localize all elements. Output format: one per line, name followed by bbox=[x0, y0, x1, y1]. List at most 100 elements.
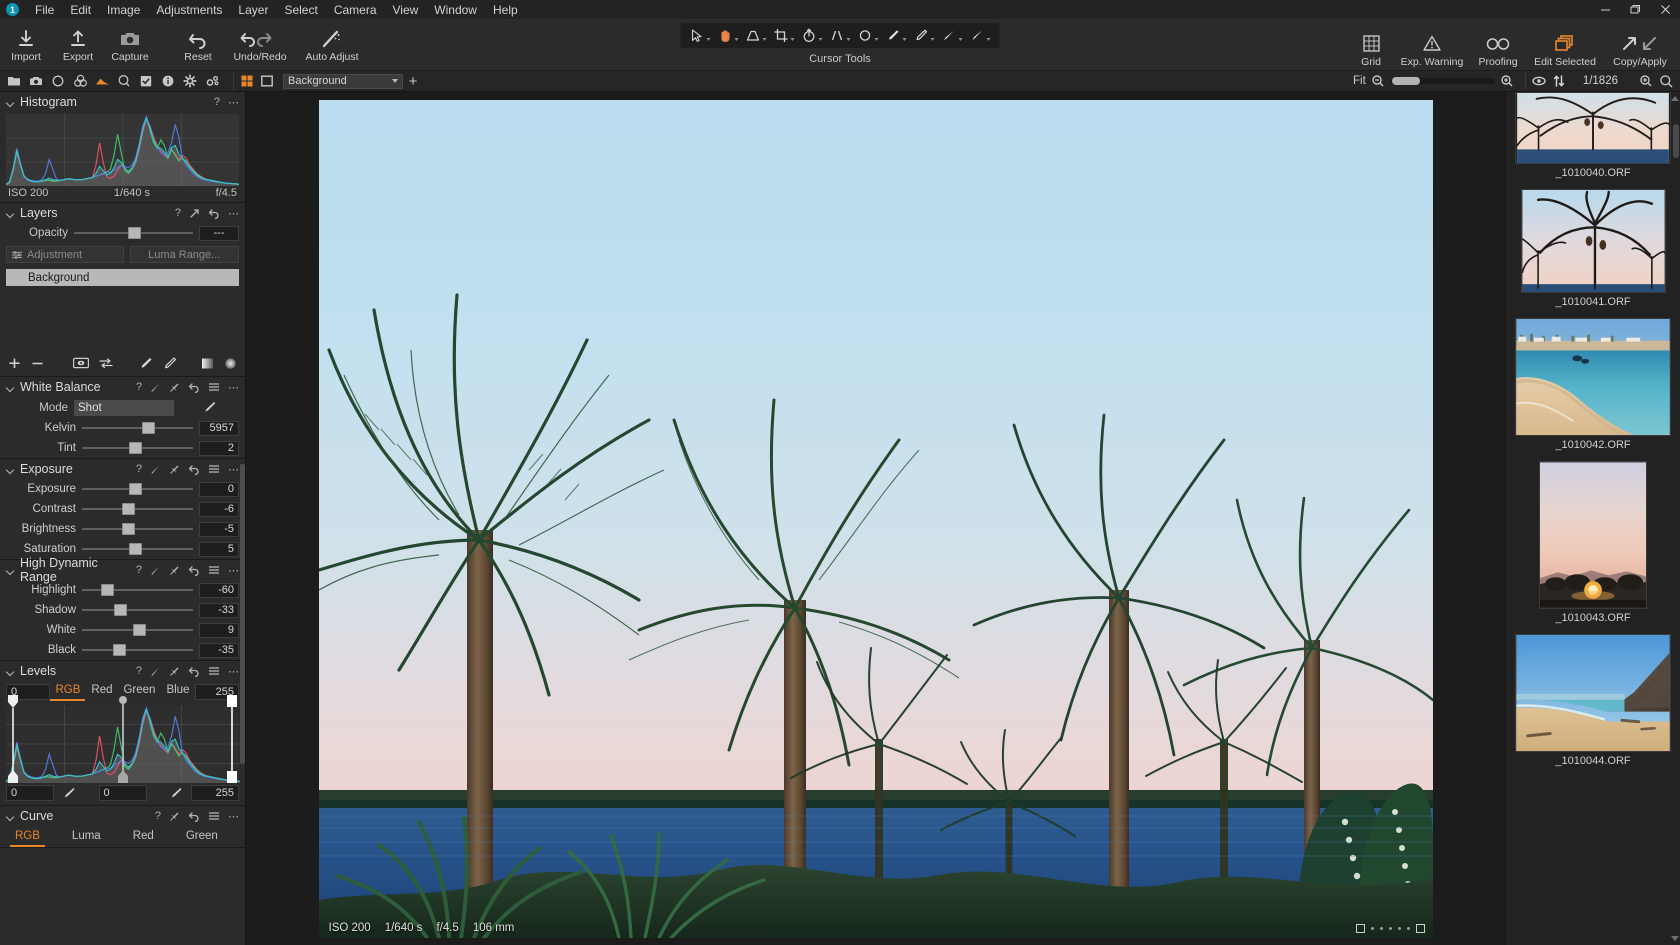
zoom-out-icon[interactable] bbox=[1371, 74, 1385, 88]
exposure-saturation-value[interactable]: 5 bbox=[199, 542, 239, 557]
capture-button[interactable]: Capture bbox=[104, 26, 156, 63]
filmstrip-scrollbar[interactable] bbox=[1673, 96, 1679, 941]
levels-black-handle[interactable] bbox=[7, 695, 20, 785]
viewer-pager[interactable] bbox=[1356, 924, 1425, 933]
main-image-viewer[interactable]: ISO 200 1/640 s f/4.5 106 mm bbox=[319, 100, 1433, 938]
layer-selector-combo[interactable]: Background bbox=[283, 74, 403, 89]
white-balance-tint-value[interactable]: 2 bbox=[199, 441, 239, 456]
zoom-in-icon[interactable] bbox=[1500, 74, 1514, 88]
help-icon[interactable]: ? bbox=[214, 96, 220, 108]
curve-tab-luma[interactable]: Luma bbox=[67, 829, 106, 847]
levels-tab-rgb[interactable]: RGB bbox=[50, 683, 85, 701]
levels-tab-blue[interactable]: Blue bbox=[161, 683, 194, 701]
hdr-panel-header[interactable]: High Dynamic Range ? ⋯ bbox=[0, 560, 245, 580]
grid-view-icon[interactable] bbox=[237, 71, 257, 91]
list-item[interactable]: _1010040.ORF bbox=[1514, 92, 1672, 189]
curve-tab-green[interactable]: Green bbox=[181, 829, 223, 847]
zoom-slider[interactable] bbox=[1390, 78, 1495, 84]
reset-arrow-icon[interactable] bbox=[188, 811, 200, 822]
menu-item-view[interactable]: View bbox=[385, 1, 427, 19]
add-layer-icon[interactable] bbox=[8, 357, 21, 370]
luma-range-button[interactable]: Luma Range... bbox=[130, 246, 240, 263]
folder-icon[interactable] bbox=[4, 71, 24, 91]
left-panel-scrollbar[interactable] bbox=[240, 92, 245, 945]
hdr-shadow-slider[interactable] bbox=[82, 602, 193, 618]
hdr-highlight-value[interactable]: -60 bbox=[199, 583, 239, 598]
draw-mask-icon[interactable] bbox=[139, 356, 153, 370]
reset-arrow-icon[interactable] bbox=[188, 382, 200, 393]
picker-icon[interactable] bbox=[150, 382, 161, 393]
clone-brush-icon[interactable] bbox=[967, 26, 994, 45]
pin-icon[interactable] bbox=[169, 565, 180, 576]
pager-end-box[interactable] bbox=[1416, 924, 1425, 933]
exposure-brightness-value[interactable]: -5 bbox=[199, 522, 239, 537]
pan-hand-icon[interactable] bbox=[715, 26, 742, 45]
menu-item-layer[interactable]: Layer bbox=[230, 1, 276, 19]
chevron-down-icon[interactable] bbox=[6, 566, 15, 575]
picker-icon[interactable] bbox=[150, 666, 161, 677]
exposure-warning-button[interactable]: Exp. Warning bbox=[1394, 31, 1470, 68]
minimize-button[interactable] bbox=[1590, 0, 1620, 19]
hdr-black-slider[interactable] bbox=[82, 642, 193, 658]
reset-arrow-icon[interactable] bbox=[208, 208, 220, 219]
linear-gradient-icon[interactable] bbox=[201, 357, 214, 370]
exposure-brightness-slider[interactable] bbox=[82, 521, 193, 537]
restore-button[interactable] bbox=[1620, 0, 1650, 19]
help-icon[interactable]: ? bbox=[155, 810, 161, 822]
pin-icon[interactable] bbox=[169, 382, 180, 393]
keystone-icon[interactable] bbox=[827, 26, 854, 45]
black-point-picker-icon[interactable] bbox=[62, 786, 76, 800]
menu-item-adjustments[interactable]: Adjustments bbox=[148, 1, 230, 19]
exposure-saturation-slider[interactable] bbox=[82, 541, 193, 557]
white-balance-mode-combo[interactable]: Shot bbox=[74, 400, 174, 416]
help-icon[interactable]: ? bbox=[136, 564, 142, 576]
expand-icon[interactable] bbox=[189, 208, 200, 219]
menu-item-edit[interactable]: Edit bbox=[62, 1, 99, 19]
exposure-exposure-slider[interactable] bbox=[82, 481, 193, 497]
remove-layer-icon[interactable] bbox=[31, 357, 44, 370]
levels-panel-header[interactable]: Levels ? ⋯ bbox=[0, 661, 245, 681]
erase-mask-brush-icon[interactable] bbox=[911, 26, 938, 45]
scroll-down-arrow-icon[interactable] bbox=[1671, 936, 1679, 941]
more-options-icon[interactable]: ⋯ bbox=[228, 564, 239, 577]
grid-button[interactable]: Grid bbox=[1348, 31, 1394, 68]
single-view-icon[interactable] bbox=[257, 71, 277, 91]
presets-icon[interactable] bbox=[208, 666, 220, 676]
menu-item-camera[interactable]: Camera bbox=[326, 1, 385, 19]
levels-histogram[interactable] bbox=[6, 705, 239, 783]
hdr-shadow-value[interactable]: -33 bbox=[199, 603, 239, 618]
picker-icon[interactable] bbox=[150, 565, 161, 576]
gear-icon[interactable] bbox=[180, 71, 200, 91]
exposure-panel-header[interactable]: Exposure ? ⋯ bbox=[0, 459, 245, 479]
opacity-value[interactable]: --- bbox=[199, 226, 239, 241]
import-button[interactable]: Import bbox=[0, 26, 52, 63]
chevron-down-icon[interactable] bbox=[6, 465, 15, 474]
chevron-down-icon[interactable] bbox=[6, 667, 15, 676]
presets-icon[interactable] bbox=[208, 464, 220, 474]
checklist-icon[interactable] bbox=[136, 71, 156, 91]
white-balance-kelvin-slider[interactable] bbox=[82, 420, 193, 436]
more-options-icon[interactable]: ⋯ bbox=[228, 463, 239, 476]
white-balance-panel-header[interactable]: White Balance ? ⋯ bbox=[0, 377, 245, 397]
white-point-picker-icon[interactable] bbox=[169, 786, 183, 800]
levels-tab-red[interactable]: Red bbox=[86, 683, 117, 701]
zoom-tool-icon[interactable] bbox=[1636, 71, 1656, 91]
rotate-icon[interactable] bbox=[799, 26, 826, 45]
pager-dot[interactable] bbox=[1398, 927, 1401, 930]
layers-panel-header[interactable]: Layers ? ⋯ bbox=[0, 203, 245, 223]
copy-apply-button[interactable]: Copy/Apply bbox=[1604, 31, 1676, 68]
list-item[interactable]: _1010041.ORF bbox=[1514, 189, 1672, 318]
invert-mask-icon[interactable] bbox=[99, 357, 113, 369]
pager-start-box[interactable] bbox=[1356, 924, 1365, 933]
color-wheels-icon[interactable] bbox=[70, 71, 90, 91]
pointer-select-icon[interactable] bbox=[687, 26, 714, 45]
list-item[interactable]: Background bbox=[6, 269, 239, 286]
presets-icon[interactable] bbox=[208, 811, 220, 821]
pin-icon[interactable] bbox=[169, 811, 180, 822]
help-icon[interactable]: ? bbox=[136, 463, 142, 475]
search-icon[interactable] bbox=[1656, 71, 1676, 91]
curve-tab-red[interactable]: Red bbox=[128, 829, 159, 847]
levels-white-handle[interactable] bbox=[226, 695, 239, 785]
menu-item-image[interactable]: Image bbox=[99, 1, 148, 19]
menu-item-select[interactable]: Select bbox=[276, 1, 325, 19]
